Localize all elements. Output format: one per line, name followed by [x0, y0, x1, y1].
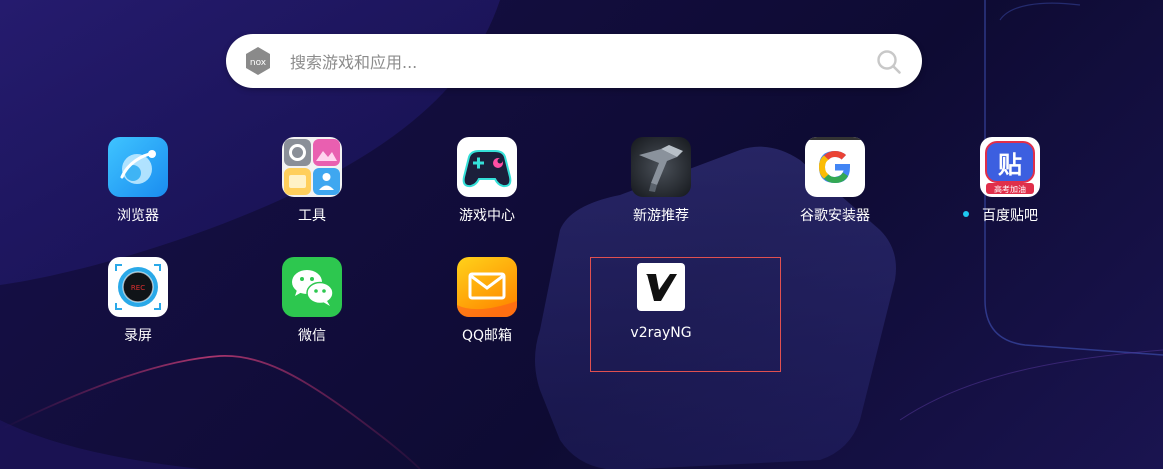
app-label: 工具 [298, 208, 326, 224]
app-label: 谷歌安装器 [800, 208, 870, 224]
qq-mail-icon [457, 257, 517, 317]
app-baidu-tieba[interactable]: 贴 高考加油 百度贴吧 [950, 137, 1070, 237]
browser-icon [108, 137, 168, 197]
nox-logo-icon[interactable]: nox [243, 46, 273, 76]
app-label: 游戏中心 [459, 208, 515, 224]
search-icon[interactable] [876, 49, 902, 75]
app-label: 百度贴吧 [982, 208, 1038, 224]
app-qq-mail[interactable]: QQ邮箱 [427, 257, 547, 357]
tieba-glyph: 贴 [998, 151, 1022, 179]
v2rayng-icon [637, 263, 685, 311]
search-input[interactable] [288, 44, 852, 80]
app-label: 新游推荐 [633, 208, 689, 224]
app-label: 浏览器 [117, 208, 159, 224]
nox-logo-text: nox [250, 58, 267, 68]
tools-folder-icon [282, 137, 342, 197]
app-game-center[interactable]: 游戏中心 [427, 137, 547, 237]
wechat-icon [282, 257, 342, 317]
tieba-badge-text: 高考加油 [994, 184, 1026, 194]
app-label: 录屏 [124, 328, 152, 344]
app-label: 微信 [298, 328, 326, 344]
app-wechat[interactable]: 微信 [252, 257, 372, 357]
screen-record-icon: REC [108, 257, 168, 317]
search-bar[interactable]: nox [226, 34, 922, 88]
app-label: v2rayNG [630, 325, 692, 341]
google-icon [805, 137, 865, 197]
app-label: QQ邮箱 [461, 328, 513, 344]
app-new-games[interactable]: 新游推荐 [601, 137, 721, 237]
app-v2rayng[interactable]: v2rayNG [601, 262, 721, 362]
new-games-icon [631, 137, 691, 197]
app-tools[interactable]: 工具 [252, 137, 372, 237]
app-screen-record[interactable]: REC 录屏 [78, 257, 198, 357]
game-controller-icon [457, 137, 517, 197]
app-browser[interactable]: 浏览器 [78, 137, 198, 237]
app-google-installer[interactable]: 谷歌安装器 [775, 137, 895, 237]
tieba-icon: 贴 高考加油 [980, 137, 1040, 197]
rec-text: REC [131, 284, 145, 292]
